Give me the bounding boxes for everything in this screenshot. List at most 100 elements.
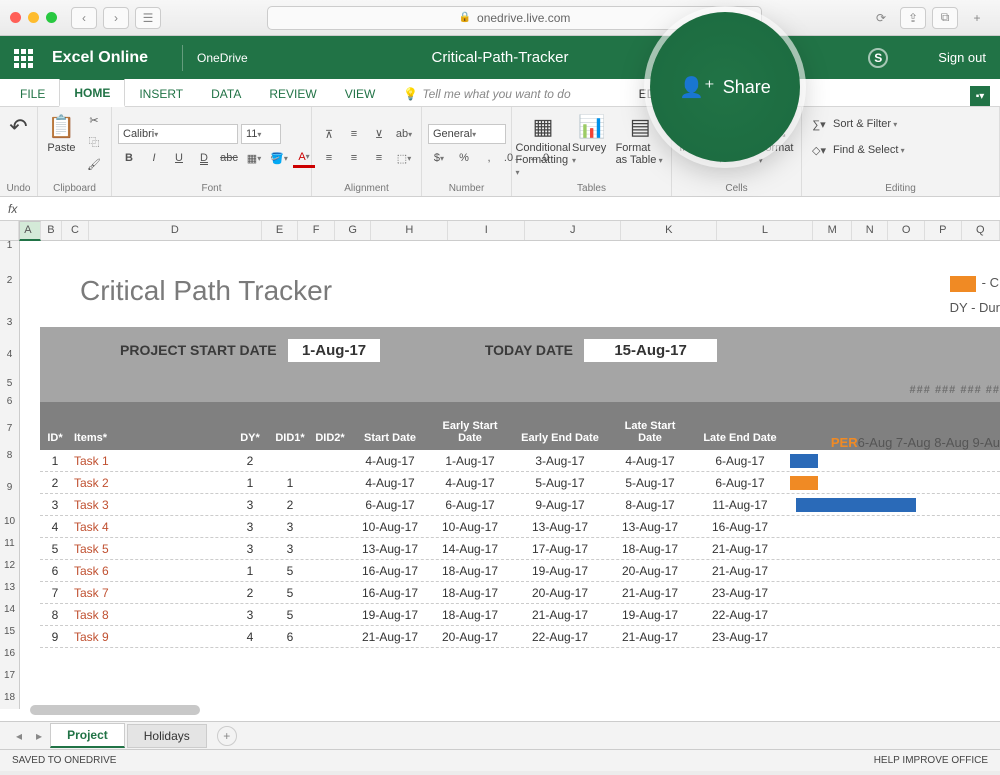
formula-bar[interactable]: fx: [0, 197, 1000, 221]
col-header-E[interactable]: E: [262, 221, 299, 240]
sheet-prev-icon[interactable]: ◂: [10, 729, 28, 743]
double-underline-button[interactable]: D: [193, 148, 215, 168]
sheet-tab-holidays[interactable]: Holidays: [127, 724, 207, 748]
window-minimize-icon[interactable]: [28, 12, 39, 23]
copy-icon[interactable]: ⿻: [83, 132, 105, 152]
table-row[interactable]: 9Task 94621-Aug-1720-Aug-1722-Aug-1721-A…: [40, 626, 1000, 648]
row-header[interactable]: 12: [0, 555, 20, 577]
row-header[interactable]: 18: [0, 687, 20, 709]
table-row[interactable]: 1Task 124-Aug-171-Aug-173-Aug-174-Aug-17…: [40, 450, 1000, 472]
fill-color-button[interactable]: 🪣: [268, 148, 290, 168]
tab-data[interactable]: DATA: [197, 81, 255, 106]
tab-view[interactable]: VIEW: [331, 81, 390, 106]
sheet-tab-project[interactable]: Project: [50, 723, 125, 748]
nav-back-button[interactable]: ‹: [71, 7, 97, 29]
row-header[interactable]: 15: [0, 621, 20, 643]
accounting-format-icon[interactable]: $: [428, 148, 450, 168]
col-header-H[interactable]: H: [371, 221, 448, 240]
col-did2[interactable]: DID2*: [310, 402, 350, 450]
new-tab-icon[interactable]: +: [964, 7, 990, 29]
cut-icon[interactable]: ✂: [83, 110, 105, 130]
share-os-icon[interactable]: ⇪: [900, 7, 926, 29]
align-right-icon[interactable]: ≡: [368, 148, 390, 168]
row-header[interactable]: 16: [0, 643, 20, 665]
col-header-G[interactable]: G: [335, 221, 372, 240]
row-header[interactable]: 7: [0, 411, 20, 447]
col-id[interactable]: ID*: [40, 402, 70, 450]
find-select-button[interactable]: Find & Select: [833, 144, 905, 156]
tab-home[interactable]: HOME: [59, 78, 125, 107]
align-center-icon[interactable]: ≡: [343, 148, 365, 168]
skype-icon[interactable]: S: [868, 48, 888, 68]
underline-button[interactable]: U: [168, 148, 190, 168]
tell-me-search[interactable]: 💡Tell me what you want to do: [389, 81, 584, 106]
col-header-L[interactable]: L: [717, 221, 813, 240]
sheet-next-icon[interactable]: ▸: [30, 729, 48, 743]
number-format-select[interactable]: General: [428, 124, 506, 144]
sidebar-toggle-icon[interactable]: ☰: [135, 7, 161, 29]
row-header[interactable]: 9: [0, 465, 20, 511]
col-header-N[interactable]: N: [852, 221, 889, 240]
feedback-link[interactable]: HELP IMPROVE OFFICE: [874, 755, 988, 766]
col-late-end[interactable]: Late End Date: [690, 402, 790, 450]
tab-review[interactable]: REVIEW: [255, 81, 330, 106]
row-header[interactable]: 4: [0, 335, 20, 375]
reload-icon[interactable]: ⟳: [868, 7, 894, 29]
tabs-icon[interactable]: ⧉: [932, 7, 958, 29]
storage-location[interactable]: OneDrive: [197, 51, 248, 65]
survey-button[interactable]: 📊Survey: [572, 110, 612, 166]
undo-icon[interactable]: ↶: [9, 114, 27, 140]
window-close-icon[interactable]: [10, 12, 21, 23]
italic-button[interactable]: I: [143, 148, 165, 168]
row-header[interactable]: 17: [0, 665, 20, 687]
row-header[interactable]: 1: [0, 241, 20, 251]
col-did1[interactable]: DID1*: [270, 402, 310, 450]
column-headers[interactable]: ABCDEFGHIJKLMNOPQ: [0, 221, 1000, 241]
row-header[interactable]: 14: [0, 599, 20, 621]
strikethrough-button[interactable]: abc: [218, 148, 240, 168]
merge-button[interactable]: ⬚: [393, 148, 415, 168]
bold-button[interactable]: B: [118, 148, 140, 168]
col-header-I[interactable]: I: [448, 221, 525, 240]
conditional-formatting-button[interactable]: ▦Conditional Formatting: [518, 110, 568, 178]
table-row[interactable]: 2Task 2114-Aug-174-Aug-175-Aug-175-Aug-1…: [40, 472, 1000, 494]
col-header-C[interactable]: C: [62, 221, 89, 240]
wrap-text-button[interactable]: ab: [393, 124, 415, 144]
sign-out-link[interactable]: Sign out: [938, 50, 986, 65]
table-row[interactable]: 4Task 43310-Aug-1710-Aug-1713-Aug-1713-A…: [40, 516, 1000, 538]
row-header[interactable]: 2: [0, 251, 20, 311]
col-header-A[interactable]: A: [19, 221, 41, 241]
horizontal-scrollbar[interactable]: [30, 705, 200, 715]
account-icon[interactable]: ▪▾: [970, 86, 990, 106]
table-row[interactable]: 6Task 61516-Aug-1718-Aug-1719-Aug-1720-A…: [40, 560, 1000, 582]
align-middle-icon[interactable]: ≡: [343, 124, 365, 144]
col-header-K[interactable]: K: [621, 221, 717, 240]
col-header-J[interactable]: J: [525, 221, 621, 240]
font-name-select[interactable]: Calibri: [118, 124, 238, 144]
row-header[interactable]: 8: [0, 447, 20, 465]
clear-icon[interactable]: ◇▾: [808, 140, 830, 160]
tab-file[interactable]: FILE: [6, 81, 59, 106]
col-early-end[interactable]: Early End Date: [510, 402, 610, 450]
col-header-B[interactable]: B: [41, 221, 62, 240]
today-date-value[interactable]: 15-Aug-17: [584, 339, 717, 362]
row-header[interactable]: 10: [0, 511, 20, 533]
row-header[interactable]: 6: [0, 393, 20, 411]
nav-forward-button[interactable]: ›: [103, 7, 129, 29]
row-header[interactable]: 11: [0, 533, 20, 555]
table-row[interactable]: 5Task 53313-Aug-1714-Aug-1717-Aug-1718-A…: [40, 538, 1000, 560]
row-header[interactable]: 13: [0, 577, 20, 599]
paste-button[interactable]: 📋Paste: [44, 110, 79, 154]
autosum-icon[interactable]: ∑▾: [808, 114, 830, 134]
share-button-magnified[interactable]: 👤⁺ Share: [650, 12, 800, 162]
col-header-Q[interactable]: Q: [962, 221, 1000, 240]
start-date-value[interactable]: 1-Aug-17: [288, 339, 380, 362]
col-items[interactable]: Items*: [70, 402, 230, 450]
col-early-start[interactable]: Early Start Date: [430, 402, 510, 450]
document-title[interactable]: Critical-Path-Tracker: [432, 49, 569, 66]
tab-insert[interactable]: INSERT: [125, 81, 197, 106]
align-top-icon[interactable]: ⊼: [318, 124, 340, 144]
table-row[interactable]: 7Task 72516-Aug-1718-Aug-1720-Aug-1721-A…: [40, 582, 1000, 604]
app-launcher-icon[interactable]: [14, 49, 32, 67]
window-zoom-icon[interactable]: [46, 12, 57, 23]
